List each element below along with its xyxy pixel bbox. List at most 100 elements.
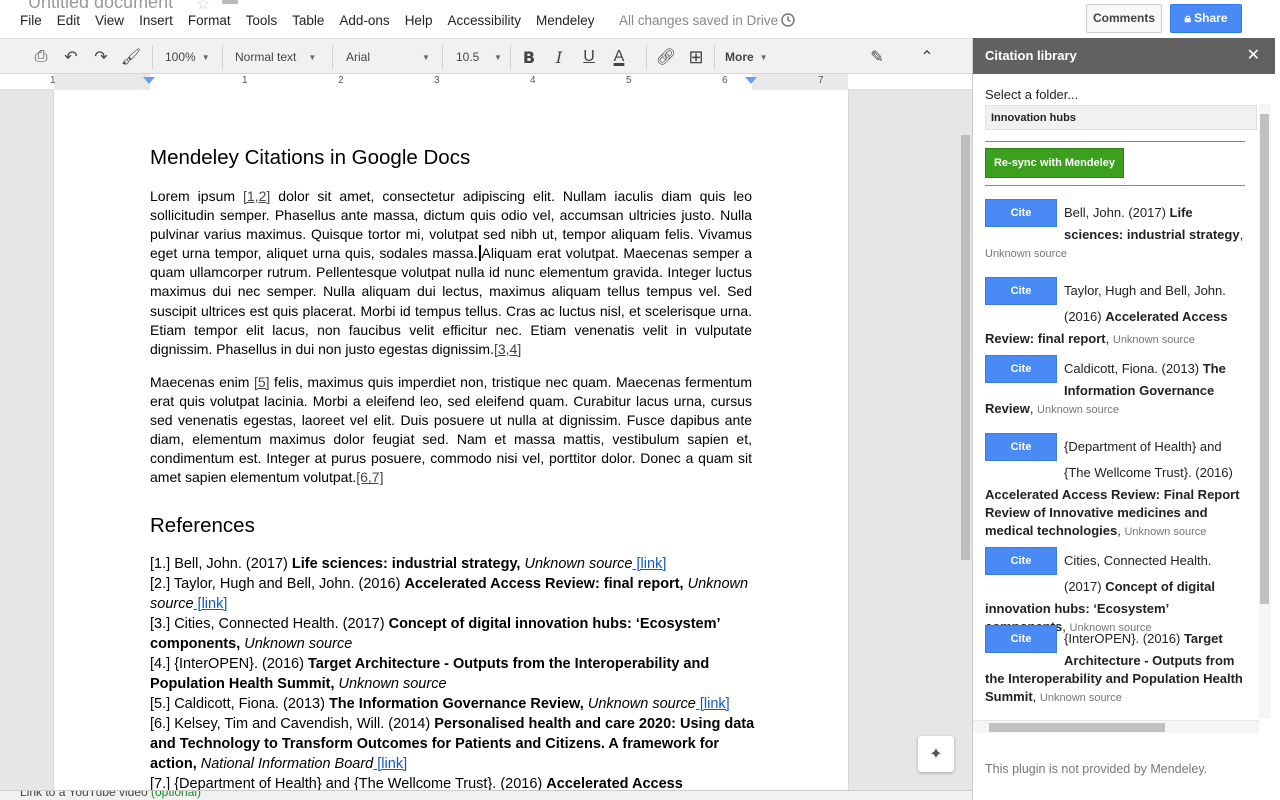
menu-bar: File Edit View Insert Format Tools Table… xyxy=(20,13,610,28)
reference-item: [4.] {InterOPEN}. (2016) Target Architec… xyxy=(150,656,710,692)
menu-file[interactable]: File xyxy=(20,13,42,28)
cite-button[interactable]: Cite xyxy=(985,199,1057,227)
citation-entry: Cite Taylor, Hugh and Bell, John. (2016)… xyxy=(985,277,1247,349)
entry-source: Unknown source xyxy=(1124,526,1207,538)
cite-button[interactable]: Cite xyxy=(985,355,1057,383)
zoom-value: 100% xyxy=(165,50,196,64)
font-size-select[interactable]: 10.5 ▼ xyxy=(456,39,502,75)
ruler-number: 1 xyxy=(50,75,56,86)
scrollbar-thumb[interactable] xyxy=(1260,114,1269,604)
folder-select[interactable]: Innovation hubs xyxy=(985,105,1257,130)
reference-link[interactable]: [link] xyxy=(633,556,667,572)
reference-item: [2.] Taylor, Hugh and Bell, John. (2016)… xyxy=(150,576,749,612)
star-icon[interactable]: ☆ xyxy=(196,0,210,14)
menu-help[interactable]: Help xyxy=(405,13,433,28)
citation-link[interactable]: [6,7] xyxy=(356,469,383,485)
menu-table[interactable]: Table xyxy=(292,13,324,28)
font-value: Arial xyxy=(346,50,371,64)
text-color-icon[interactable]: A xyxy=(610,48,628,66)
menu-addons[interactable]: Add-ons xyxy=(339,13,389,28)
cite-button[interactable]: Cite xyxy=(985,547,1057,575)
reference-item: [1.] Bell, John. (2017) Life sciences: i… xyxy=(150,556,667,572)
entry-author: {InterOPEN}. (2016) xyxy=(1064,631,1184,646)
paragraph-text: Lorem ipsum xyxy=(150,188,244,204)
undo-icon[interactable]: ↶ xyxy=(62,48,80,66)
cite-button[interactable]: Cite xyxy=(985,433,1057,461)
paragraph-text: Maecenas enim xyxy=(150,374,254,390)
style-value: Normal text xyxy=(235,50,297,64)
ruler-number: 1 xyxy=(242,75,248,86)
citation-link[interactable]: [5] xyxy=(254,374,270,390)
title-bar: Untitled document ☆ File Edit View Inser… xyxy=(0,0,1280,38)
more-button[interactable]: More ▼ xyxy=(725,39,768,75)
left-indent-marker[interactable] xyxy=(143,77,155,84)
citation-entry: Cite {InterOPEN}. (2016) Target Architec… xyxy=(985,625,1247,707)
style-select[interactable]: Normal text ▼ xyxy=(235,39,316,75)
plugin-disclaimer: This plugin is not provided by Mendeley. xyxy=(985,762,1208,776)
document-scrollbar[interactable] xyxy=(960,90,972,800)
explore-icon[interactable]: ✦ xyxy=(918,736,954,772)
document-canvas: Mendeley Citations in Google Docs Lorem … xyxy=(0,90,972,800)
zoom-select[interactable]: 100% ▼ xyxy=(165,39,210,75)
link-icon[interactable]: 🔗︎ xyxy=(656,48,676,66)
paragraph-2[interactable]: Maecenas enim [5] felis, maximus quis im… xyxy=(150,373,752,488)
paragraph-1[interactable]: Lorem ipsum [1,2] dolor sit amet, consec… xyxy=(150,187,752,359)
reference-link[interactable]: [link] xyxy=(194,596,228,612)
reference-link[interactable]: [link] xyxy=(696,696,730,712)
reference-link[interactable]: [link] xyxy=(373,756,407,772)
menu-mendeley[interactable]: Mendeley xyxy=(536,13,595,28)
more-label: More xyxy=(725,50,754,64)
redo-icon[interactable]: ↷ xyxy=(92,48,110,66)
ruler-number: 7 xyxy=(818,75,824,86)
ruler-number: 6 xyxy=(722,75,728,86)
reference-item: [3.] Cities, Connected Health. (2017) Co… xyxy=(150,616,720,652)
citation-link[interactable]: [3,4] xyxy=(494,341,521,357)
entry-author: {Department of Health} and {The Wellcome… xyxy=(1064,439,1233,480)
reference-item: [6.] Kelsey, Tim and Cavendish, Will. (2… xyxy=(150,716,755,772)
sidebar-scrollbar[interactable] xyxy=(1259,104,1271,718)
pencil-icon[interactable]: ✎ xyxy=(868,48,886,66)
menu-insert[interactable]: Insert xyxy=(139,13,173,28)
dropdown-arrow-icon: ▼ xyxy=(201,52,210,62)
font-select[interactable]: Arial ▼ xyxy=(346,39,430,75)
citation-link[interactable]: [1,2] xyxy=(243,188,270,204)
ruler[interactable]: 1 1 2 3 4 5 6 7 xyxy=(0,74,972,90)
save-status[interactable]: All changes saved in Drive xyxy=(619,13,778,28)
menu-format[interactable]: Format xyxy=(188,13,231,28)
resync-button[interactable]: Re-sync with Mendeley xyxy=(985,148,1124,178)
underline-icon[interactable]: U xyxy=(580,48,598,66)
close-icon[interactable]: ✕ xyxy=(1247,38,1260,74)
bottom-tab[interactable]: Link to a YouTube video (optional) xyxy=(0,790,972,800)
toolbar: ⎙ ↶ ↷ 🖌︎ 100% ▼ Normal text ▼ Arial ▼ 10.5 ▼… xyxy=(0,38,972,74)
menu-accessibility[interactable]: Accessibility xyxy=(447,13,521,28)
cite-button[interactable]: Cite xyxy=(985,625,1057,653)
dropdown-arrow-icon: ▼ xyxy=(494,52,502,62)
lock-icon: 🔒︎ xyxy=(1184,11,1195,25)
share-button[interactable]: 🔒︎ Share xyxy=(1170,4,1242,33)
divider xyxy=(985,185,1245,186)
scrollbar-thumb[interactable] xyxy=(961,135,970,560)
paint-format-icon[interactable]: 🖌︎ xyxy=(121,48,141,66)
bold-icon[interactable]: B xyxy=(520,48,538,67)
sidebar-horizontal-scrollbar[interactable] xyxy=(973,720,1259,733)
collapse-icon[interactable]: ⌃ xyxy=(918,48,936,66)
entry-author: Caldicott, Fiona. (2013) xyxy=(1064,361,1203,376)
document-page[interactable]: Mendeley Citations in Google Docs Lorem … xyxy=(54,90,848,800)
menu-edit[interactable]: Edit xyxy=(57,13,80,28)
print-icon[interactable]: ⎙ xyxy=(32,48,50,66)
add-comment-icon[interactable]: ⊞ xyxy=(687,47,705,67)
history-icon[interactable] xyxy=(780,12,796,28)
reference-item: [5.] Caldicott, Fiona. (2013) The Inform… xyxy=(150,696,730,712)
italic-icon[interactable]: I xyxy=(550,48,568,67)
entry-source: Unknown source xyxy=(1037,404,1119,416)
menu-view[interactable]: View xyxy=(95,13,124,28)
menu-tools[interactable]: Tools xyxy=(246,13,278,28)
dropdown-arrow-icon: ▼ xyxy=(422,52,430,62)
font-size-value: 10.5 xyxy=(456,50,480,64)
document-title[interactable]: Untitled document xyxy=(28,0,173,13)
scrollbar-thumb[interactable] xyxy=(989,723,1165,732)
comments-button[interactable]: Comments xyxy=(1086,4,1162,33)
right-indent-marker[interactable] xyxy=(745,77,757,84)
cite-button[interactable]: Cite xyxy=(985,277,1057,305)
folder-icon[interactable] xyxy=(222,0,238,4)
